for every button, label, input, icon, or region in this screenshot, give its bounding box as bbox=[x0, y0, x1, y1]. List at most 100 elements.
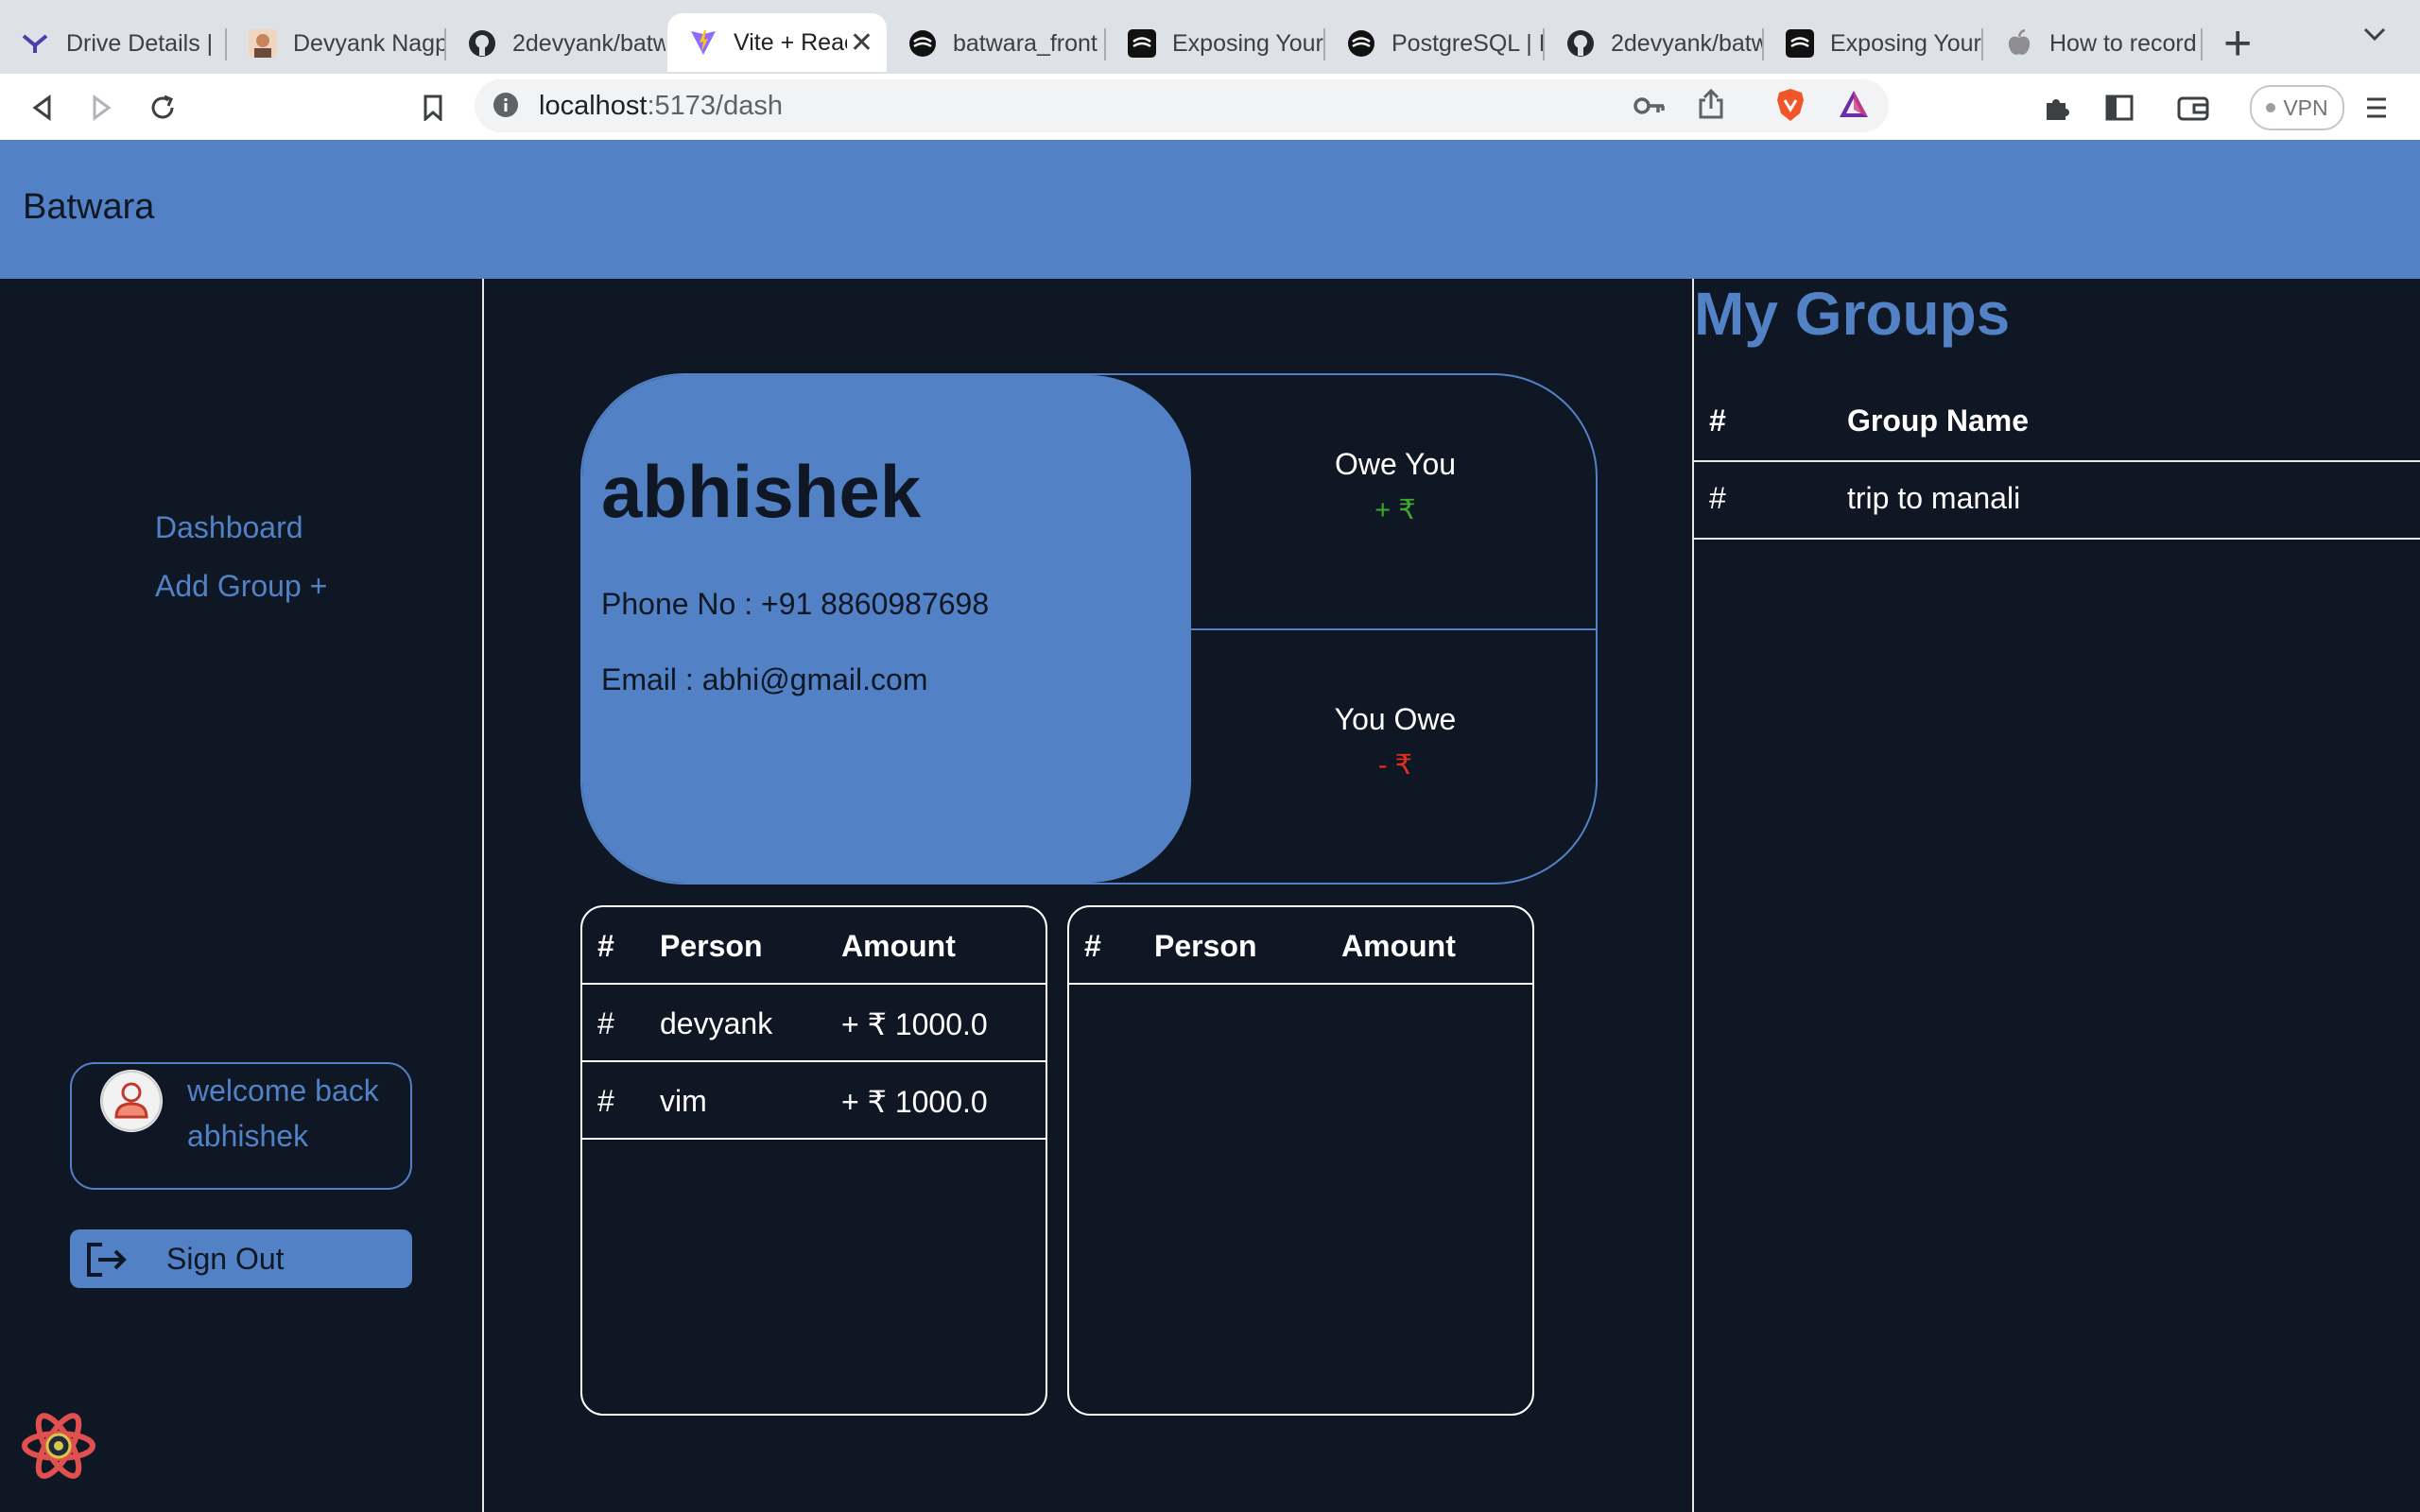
column-header-amount: Amount bbox=[1341, 929, 1456, 963]
close-icon[interactable]: ✕ bbox=[850, 26, 873, 60]
welcome-username: abhishek bbox=[187, 1119, 309, 1153]
owe-you-value: + ₹ bbox=[1374, 495, 1416, 525]
tab-title: Exposing Your bbox=[1830, 29, 1981, 57]
sign-out-button[interactable]: Sign Out bbox=[70, 1229, 412, 1288]
column-header-person: Person bbox=[660, 929, 763, 963]
tab-title: Devyank Nagp bbox=[293, 29, 446, 57]
sidebar: Dashboard Add Group + welcome back abhis… bbox=[0, 279, 484, 1512]
you-owe-summary: You Owe - ₹ bbox=[1191, 702, 1596, 782]
vite-icon bbox=[688, 27, 718, 58]
forward-button[interactable] bbox=[83, 89, 121, 127]
row-amount: + ₹ 1000.0 bbox=[841, 1007, 988, 1041]
sidebar-item-dashboard[interactable]: Dashboard bbox=[155, 510, 303, 545]
new-tab-button[interactable]: + bbox=[2223, 17, 2252, 70]
logout-icon bbox=[85, 1241, 129, 1283]
extensions-icon[interactable] bbox=[2038, 89, 2076, 127]
welcome-card: welcome back abhishek bbox=[70, 1062, 412, 1190]
profile-icon bbox=[248, 28, 278, 59]
my-groups-title: My Groups bbox=[1694, 280, 2011, 348]
tab-exposing-your-1[interactable]: Exposing Your bbox=[1106, 13, 1325, 74]
menu-icon[interactable] bbox=[2358, 89, 2395, 127]
key-icon[interactable] bbox=[1634, 93, 1666, 124]
table-header: # Group Name bbox=[1694, 385, 2420, 462]
table-row[interactable]: # vim + ₹ 1000.0 bbox=[582, 1062, 1046, 1140]
column-header-number: # bbox=[597, 929, 614, 963]
column-header-group-name: Group Name bbox=[1847, 404, 2030, 438]
tab-batwara-front[interactable]: batwara_front bbox=[887, 13, 1106, 74]
brave-shields-icon[interactable] bbox=[1775, 87, 1806, 128]
tab-postgresql[interactable]: PostgreSQL | I bbox=[1325, 13, 1545, 74]
row-person: vim bbox=[660, 1084, 707, 1118]
tab-title: 2devyank/batw bbox=[1611, 29, 1764, 57]
tab-title: Exposing Your bbox=[1172, 29, 1323, 57]
group-row[interactable]: # trip to manali bbox=[1694, 462, 2420, 540]
profile-phone: Phone No : +91 8860987698 bbox=[601, 587, 990, 621]
row-amount: + ₹ 1000.0 bbox=[841, 1085, 988, 1119]
row-person: devyank bbox=[660, 1006, 773, 1040]
table-header: # Person Amount bbox=[582, 907, 1046, 985]
info-icon[interactable] bbox=[492, 91, 520, 124]
row-number: # bbox=[597, 1084, 614, 1118]
github-icon bbox=[467, 28, 497, 59]
react-devtools-icon[interactable] bbox=[21, 1413, 96, 1484]
sign-out-label: Sign Out bbox=[166, 1241, 285, 1276]
my-groups-panel: My Groups # Group Name # trip to manali bbox=[1692, 279, 2420, 1512]
summary-divider bbox=[1191, 628, 1596, 630]
browser-toolbar: localhost:5173/dash VPN bbox=[0, 74, 2420, 140]
tab-vite-react[interactable]: Vite + React ✕ bbox=[667, 13, 887, 72]
tab-separator bbox=[2201, 28, 2203, 60]
app-icon bbox=[21, 28, 51, 59]
you-owe-label: You Owe bbox=[1334, 702, 1457, 736]
tab-title: Drive Details | bbox=[66, 29, 214, 57]
sidebar-item-add-group[interactable]: Add Group + bbox=[155, 569, 327, 604]
web-icon bbox=[1346, 28, 1376, 59]
tab-exposing-your-2[interactable]: Exposing Your bbox=[1764, 13, 1983, 74]
reload-button[interactable] bbox=[144, 89, 182, 127]
tab-drive-details[interactable]: Drive Details | bbox=[0, 13, 227, 74]
welcome-text: welcome back bbox=[187, 1074, 379, 1108]
address-bar[interactable]: localhost:5173/dash bbox=[475, 79, 1889, 132]
row-number: # bbox=[1709, 481, 1726, 515]
column-header-number: # bbox=[1709, 404, 1726, 438]
bookmark-icon[interactable] bbox=[414, 89, 452, 127]
wallet-icon[interactable] bbox=[2174, 89, 2212, 127]
brand-logo[interactable]: Batwara bbox=[23, 187, 154, 228]
table-header: # Person Amount bbox=[1069, 907, 1532, 985]
sidebar-icon[interactable] bbox=[2100, 89, 2138, 127]
owe-you-table: # Person Amount # devyank + ₹ 1000.0 # v… bbox=[580, 905, 1047, 1416]
row-number: # bbox=[597, 1006, 614, 1040]
you-owe-value: - ₹ bbox=[1377, 750, 1413, 781]
chevron-down-icon[interactable] bbox=[2363, 26, 2386, 46]
tab-devyank-profile[interactable]: Devyank Nagp bbox=[227, 13, 446, 74]
share-icon[interactable] bbox=[1698, 88, 1724, 124]
you-owe-table: # Person Amount bbox=[1067, 905, 1534, 1416]
web-icon bbox=[1785, 28, 1815, 59]
back-button[interactable] bbox=[23, 89, 60, 127]
tab-github-batwara[interactable]: 2devyank/batw bbox=[446, 13, 666, 74]
owe-you-label: Owe You bbox=[1334, 447, 1457, 481]
tab-title: How to record bbox=[2049, 29, 2197, 57]
tab-how-to-record[interactable]: How to record bbox=[1983, 13, 2203, 74]
brave-rewards-icon[interactable] bbox=[1838, 89, 1870, 124]
vpn-status-dot bbox=[2266, 103, 2276, 112]
column-header-amount: Amount bbox=[841, 929, 956, 963]
profile-name: abhishek bbox=[601, 450, 922, 533]
tab-title: Vite + React bbox=[734, 28, 847, 56]
vpn-button[interactable]: VPN bbox=[2250, 85, 2344, 130]
profile-email: Email : abhi@gmail.com bbox=[601, 662, 928, 696]
web-icon bbox=[1127, 28, 1157, 59]
group-name: trip to manali bbox=[1847, 481, 2021, 515]
column-header-number: # bbox=[1084, 929, 1101, 963]
owe-you-summary: Owe You + ₹ bbox=[1191, 447, 1596, 526]
vpn-label: VPN bbox=[2283, 94, 2328, 120]
profile-card: abhishek Phone No : +91 8860987698 Email… bbox=[580, 373, 1598, 885]
avatar bbox=[100, 1070, 163, 1132]
tab-title: 2devyank/batw bbox=[512, 29, 666, 57]
table-row[interactable]: # devyank + ₹ 1000.0 bbox=[582, 985, 1046, 1062]
tab-github-batwara-2[interactable]: 2devyank/batw bbox=[1545, 13, 1764, 74]
dashboard-main: abhishek Phone No : +91 8860987698 Email… bbox=[484, 279, 1692, 1512]
github-icon bbox=[1565, 28, 1596, 59]
url-text: localhost:5173/dash bbox=[539, 91, 783, 122]
url-path: :5173/dash bbox=[647, 90, 783, 121]
tab-title: PostgreSQL | I bbox=[1392, 29, 1545, 57]
